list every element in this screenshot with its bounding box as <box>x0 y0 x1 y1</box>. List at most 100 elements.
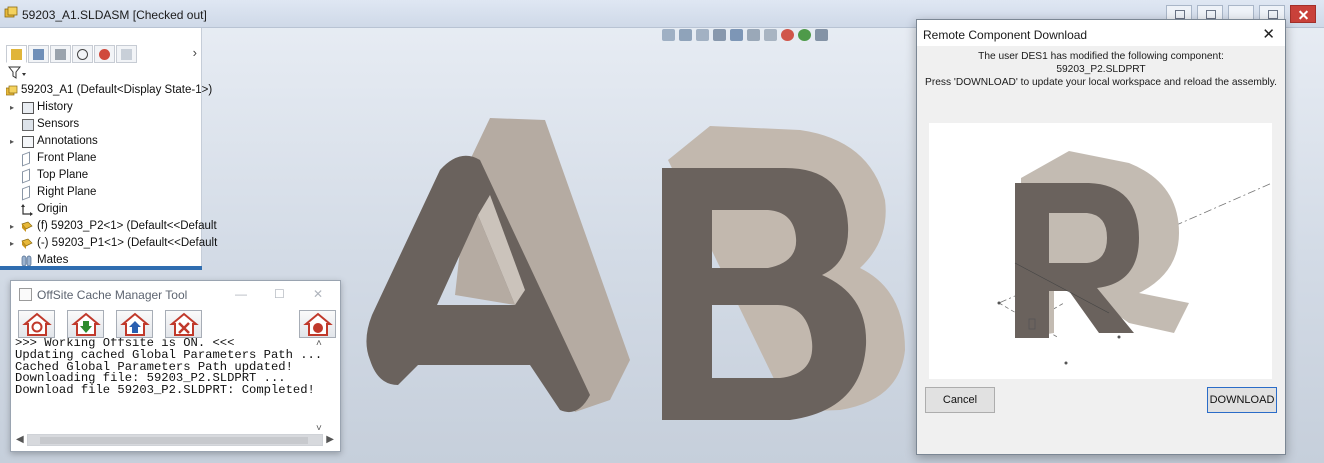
previous-view-icon[interactable] <box>696 29 709 41</box>
tree-item-label: (-) 59203_P1<1> (Default<<Default <box>37 237 218 249</box>
download-home-icon <box>71 312 101 336</box>
log-horizontal-scrollbar[interactable]: ◀ ▶ <box>16 434 334 446</box>
zoom-fit-icon[interactable] <box>662 29 675 41</box>
message-line: The user DES1 has modified the following… <box>978 51 1224 62</box>
feature-manager-tabs <box>6 45 198 63</box>
dialog-title: Remote Component Download <box>923 28 1088 42</box>
expand-icon[interactable]: ▸ <box>10 235 14 252</box>
plane-icon <box>22 185 30 201</box>
view-toolbar <box>662 28 832 42</box>
scroll-up-icon[interactable]: ˄ <box>316 338 322 349</box>
component-preview <box>929 123 1273 379</box>
origin-icon <box>21 204 33 216</box>
record-button[interactable] <box>299 310 336 338</box>
download-button[interactable]: DOWNLOAD <box>1207 387 1277 413</box>
offsite-cache-titlebar: OffSite Cache Manager Tool — ☐ ✕ <box>11 281 340 307</box>
dialog-titlebar: Remote Component Download ✕ <box>917 20 1285 46</box>
component-preview-image <box>997 151 1273 365</box>
message-line: 59203_P2.SLDPRT <box>1056 64 1146 75</box>
tree-item-label: History <box>37 101 73 113</box>
scrollbar-thumb[interactable] <box>40 437 308 444</box>
tree-item-part-p1[interactable]: ▸ (-) 59203_P1<1> (Default<<Default <box>0 235 217 252</box>
tree-item-label: Top Plane <box>37 169 89 181</box>
tree-item-label: Front Plane <box>37 152 97 164</box>
history-icon <box>22 102 34 114</box>
tree-root[interactable]: 59203_A1 (Default<Display State-1>) <box>0 82 212 99</box>
dialog-message: The user DES1 has modified the following… <box>921 50 1281 89</box>
scroll-left-icon[interactable]: ◀ <box>16 434 24 445</box>
tab-dimxpert-manager[interactable] <box>72 45 93 63</box>
delete-home-icon <box>169 312 199 336</box>
close-button[interactable]: ✕ <box>313 287 323 301</box>
download-button[interactable] <box>67 310 104 338</box>
app-icon <box>19 288 32 301</box>
part-icon <box>21 221 33 232</box>
scroll-right-icon[interactable]: ▶ <box>326 434 334 445</box>
close-button[interactable] <box>1290 5 1316 23</box>
tree-item-annotations[interactable]: ▸ Annotations <box>0 133 202 150</box>
close-icon[interactable]: ✕ <box>1262 25 1275 43</box>
tree-item-right-plane[interactable]: Right Plane <box>0 184 202 201</box>
tree-root-label: 59203_A1 (Default<Display State-1>) <box>21 84 213 96</box>
tab-configuration-manager[interactable] <box>50 45 71 63</box>
part-icon <box>21 238 33 249</box>
tree-item-front-plane[interactable]: Front Plane <box>0 150 202 167</box>
display-style-icon[interactable] <box>747 29 760 41</box>
filter-icon[interactable] <box>8 66 28 80</box>
tab-property-manager[interactable] <box>28 45 49 63</box>
tree-item-label: (f) 59203_P2<1> (Default<<Default <box>37 220 217 232</box>
scroll-down-icon[interactable]: ˅ <box>316 423 322 434</box>
expand-icon[interactable]: ▸ <box>10 218 14 235</box>
annotations-icon <box>22 136 34 148</box>
expand-icon[interactable]: ▸ <box>10 99 14 116</box>
delete-button[interactable] <box>165 310 202 338</box>
upload-button[interactable] <box>116 310 153 338</box>
offsite-log: >>> Working Offsite is ON. <<< Updating c… <box>15 338 323 434</box>
section-view-icon[interactable] <box>713 29 726 41</box>
tree-item-label: Origin <box>37 203 68 215</box>
view-settings-icon[interactable] <box>815 29 828 41</box>
chevron-right-icon[interactable]: › <box>193 45 197 60</box>
scene-icon[interactable] <box>798 29 811 41</box>
feature-tree-scrollbar[interactable] <box>0 266 202 270</box>
cancel-button[interactable]: Cancel <box>925 387 995 413</box>
tree-item-history[interactable]: ▸ History <box>0 99 202 116</box>
offsite-cache-window: OffSite Cache Manager Tool — ☐ ✕ >>> Wor… <box>10 280 341 452</box>
record-home-icon <box>303 312 333 336</box>
appearance-icon[interactable] <box>781 29 794 41</box>
hide-show-icon[interactable] <box>764 29 777 41</box>
tab-extra[interactable] <box>116 45 137 63</box>
zoom-area-icon[interactable] <box>679 29 692 41</box>
tree-item-part-p2[interactable]: ▸ (f) 59203_P2<1> (Default<<Default <box>0 218 217 235</box>
tab-feature-tree[interactable] <box>6 45 27 63</box>
message-line: Press 'DOWNLOAD' to update your local wo… <box>925 77 1277 88</box>
tree-item-sensors[interactable]: Sensors <box>0 116 202 133</box>
window-title: 59203_A1.SLDASM [Checked out] <box>22 8 207 22</box>
tab-display-manager[interactable] <box>94 45 115 63</box>
expand-icon[interactable]: ▸ <box>10 133 14 150</box>
assembly-icon <box>4 6 18 18</box>
tree-item-top-plane[interactable]: Top Plane <box>0 167 202 184</box>
tree-item-origin[interactable]: Origin <box>0 201 202 218</box>
feature-tree: 59203_A1 (Default<Display State-1>) ▸ Hi… <box>0 82 217 269</box>
tree-item-label: Right Plane <box>37 186 97 198</box>
upload-home-icon <box>120 312 150 336</box>
offsite-cache-title: OffSite Cache Manager Tool <box>37 288 188 302</box>
remote-download-dialog: Remote Component Download ✕ The user DES… <box>916 19 1286 455</box>
tree-item-label: Annotations <box>37 135 98 147</box>
feature-manager-panel: › 59203_A1 (Default<Display State-1>) ▸ … <box>0 28 217 270</box>
letter-b-front <box>662 168 867 420</box>
offsite-toolbar <box>18 310 338 338</box>
assembly-icon <box>6 85 18 96</box>
sensors-icon <box>22 119 34 131</box>
log-vertical-scrollbar[interactable]: ˄ ˅ <box>314 338 328 434</box>
view-orientation-icon[interactable] <box>730 29 743 41</box>
log-line: Download file 59203_P2.SLDPRT: Completed… <box>15 383 315 398</box>
refresh-button[interactable] <box>18 310 55 338</box>
plane-icon <box>22 168 30 184</box>
plane-icon <box>22 151 30 167</box>
minimize-button[interactable]: — <box>235 287 247 301</box>
tree-item-label: Sensors <box>37 118 80 130</box>
refresh-home-icon <box>22 312 52 336</box>
maximize-button[interactable]: ☐ <box>274 287 285 301</box>
